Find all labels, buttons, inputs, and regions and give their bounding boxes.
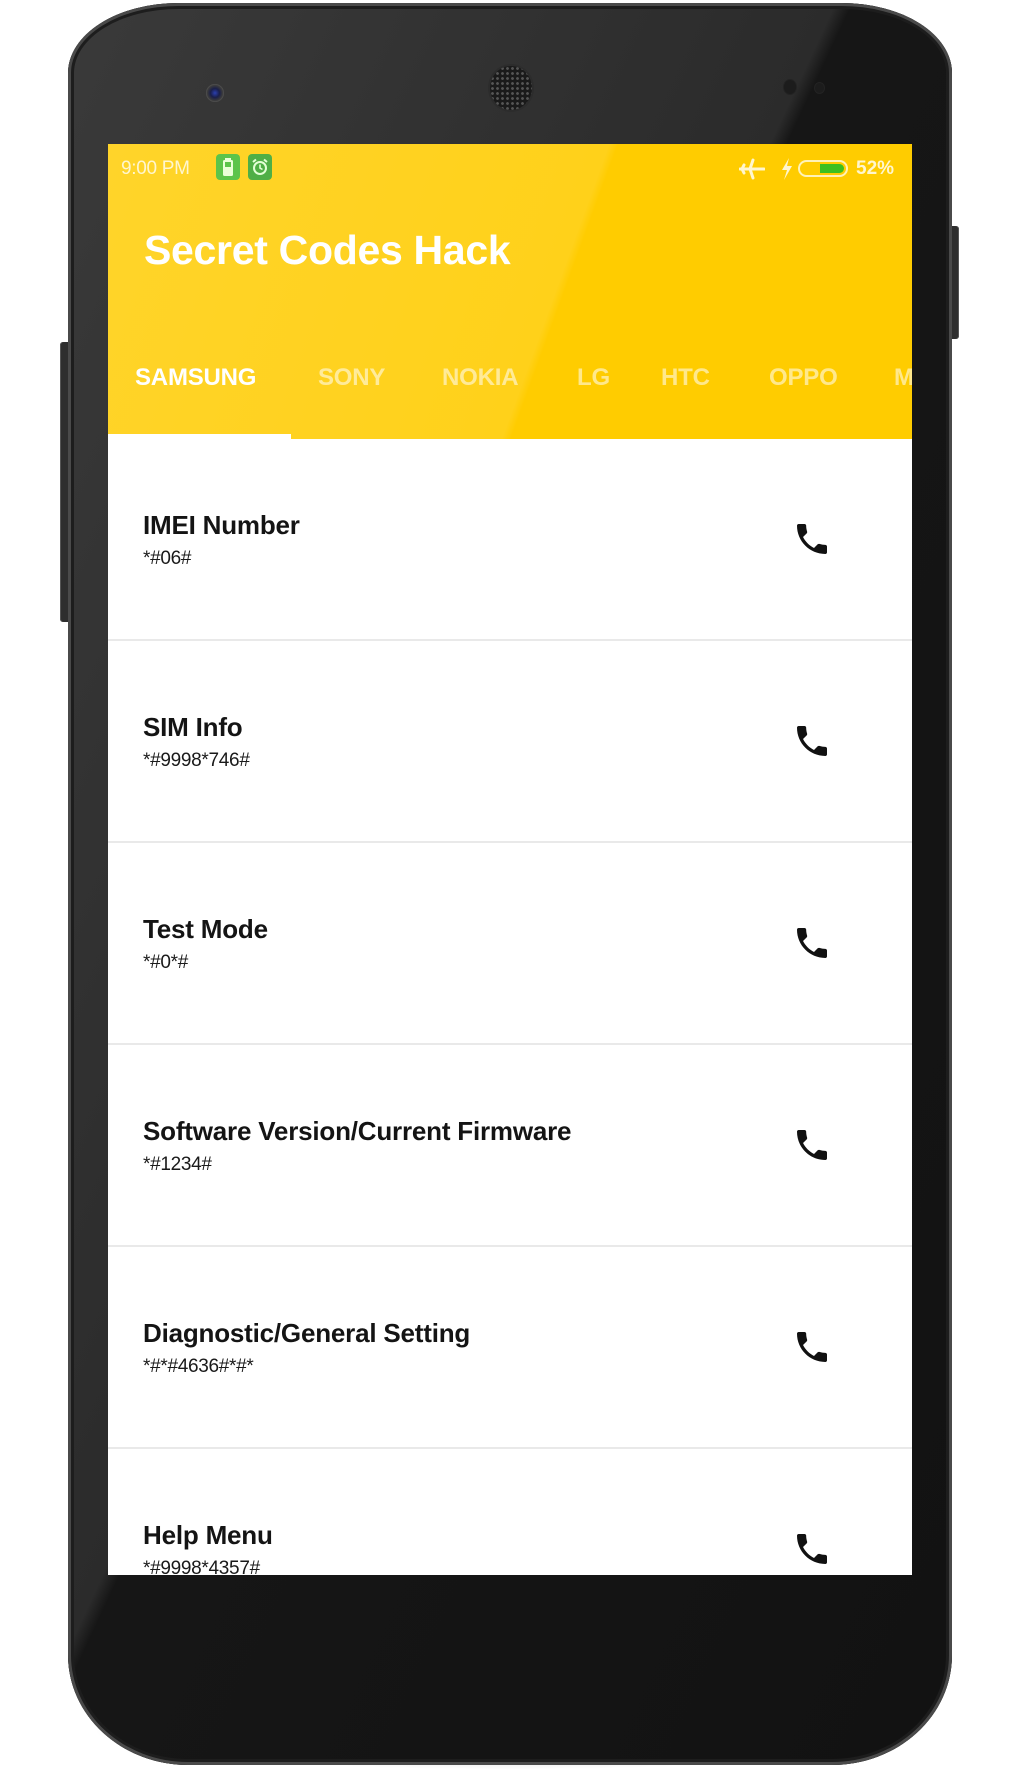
list-item[interactable]: IMEI Number *#06# [108, 439, 912, 641]
app-title: Secret Codes Hack [144, 227, 511, 273]
code-title: IMEI Number [143, 510, 300, 540]
device-mockup: 9:00 PM 52% Secret Codes Hack SAMSUNG SO… [0, 0, 1020, 1789]
tab-lg[interactable]: LG [577, 364, 610, 392]
tab-oppo[interactable]: OPPO [769, 364, 838, 392]
phone-call-icon [797, 928, 827, 958]
list-item[interactable]: Help Menu *#9998*4357# [108, 1449, 912, 1575]
dial-button[interactable] [788, 1121, 836, 1169]
tab-nokia[interactable]: NOKIA [442, 364, 519, 392]
code-title: Test Mode [143, 914, 268, 944]
dial-button[interactable] [788, 515, 836, 563]
code-value: *#06# [143, 548, 192, 569]
status-bar: 9:00 PM 52% [108, 144, 912, 194]
front-camera-icon [206, 84, 224, 102]
airplane-mode-icon [739, 158, 765, 180]
code-title: SIM Info [143, 712, 243, 742]
phone-call-icon [797, 1534, 827, 1564]
app-bar: 9:00 PM 52% Secret Codes Hack SAMSUNG SO… [108, 144, 912, 439]
phone-call-icon [797, 726, 827, 756]
dial-button[interactable] [788, 1525, 836, 1573]
proximity-sensor-icon [784, 80, 796, 94]
light-sensor-icon [815, 83, 824, 93]
battery-saver-icon [216, 154, 240, 180]
code-title: Software Version/Current Firmware [143, 1116, 572, 1146]
secret-code-list: IMEI Number *#06# SIM Info *#9998*746# T… [108, 439, 912, 1575]
code-value: *#9998*4357# [143, 1558, 260, 1575]
battery-level-fill [820, 164, 844, 173]
list-item[interactable]: Software Version/Current Firmware *#1234… [108, 1045, 912, 1247]
tab-more-brand[interactable]: M [894, 364, 912, 392]
brand-tabs: SAMSUNG SONY NOKIA LG HTC OPPO M [108, 344, 912, 439]
phone-call-icon [797, 524, 827, 554]
list-item[interactable]: Diagnostic/General Setting *#*#4636#*#* [108, 1247, 912, 1449]
tab-sony[interactable]: SONY [318, 364, 385, 392]
phone-call-icon [797, 1332, 827, 1362]
status-time: 9:00 PM [121, 158, 190, 179]
earpiece-speaker-icon [490, 66, 532, 110]
battery-percent: 52% [856, 158, 895, 179]
code-value: *#*#4636#*#* [143, 1356, 254, 1377]
battery-icon [798, 160, 848, 177]
code-title: Help Menu [143, 1520, 273, 1550]
dial-button[interactable] [788, 1323, 836, 1371]
list-item[interactable]: SIM Info *#9998*746# [108, 641, 912, 843]
app-screen: 9:00 PM 52% Secret Codes Hack SAMSUNG SO… [108, 144, 912, 1575]
list-item[interactable]: Test Mode *#0*# [108, 843, 912, 1045]
alarm-icon [248, 154, 272, 180]
code-title: Diagnostic/General Setting [143, 1318, 471, 1348]
dial-button[interactable] [788, 919, 836, 967]
tab-htc[interactable]: HTC [661, 364, 710, 392]
code-value: *#1234# [143, 1154, 212, 1175]
dial-button[interactable] [788, 717, 836, 765]
tab-samsung[interactable]: SAMSUNG [135, 364, 256, 392]
phone-call-icon [797, 1130, 827, 1160]
charging-bolt-icon [782, 158, 792, 180]
code-value: *#0*# [143, 952, 188, 973]
code-value: *#9998*746# [143, 750, 250, 771]
